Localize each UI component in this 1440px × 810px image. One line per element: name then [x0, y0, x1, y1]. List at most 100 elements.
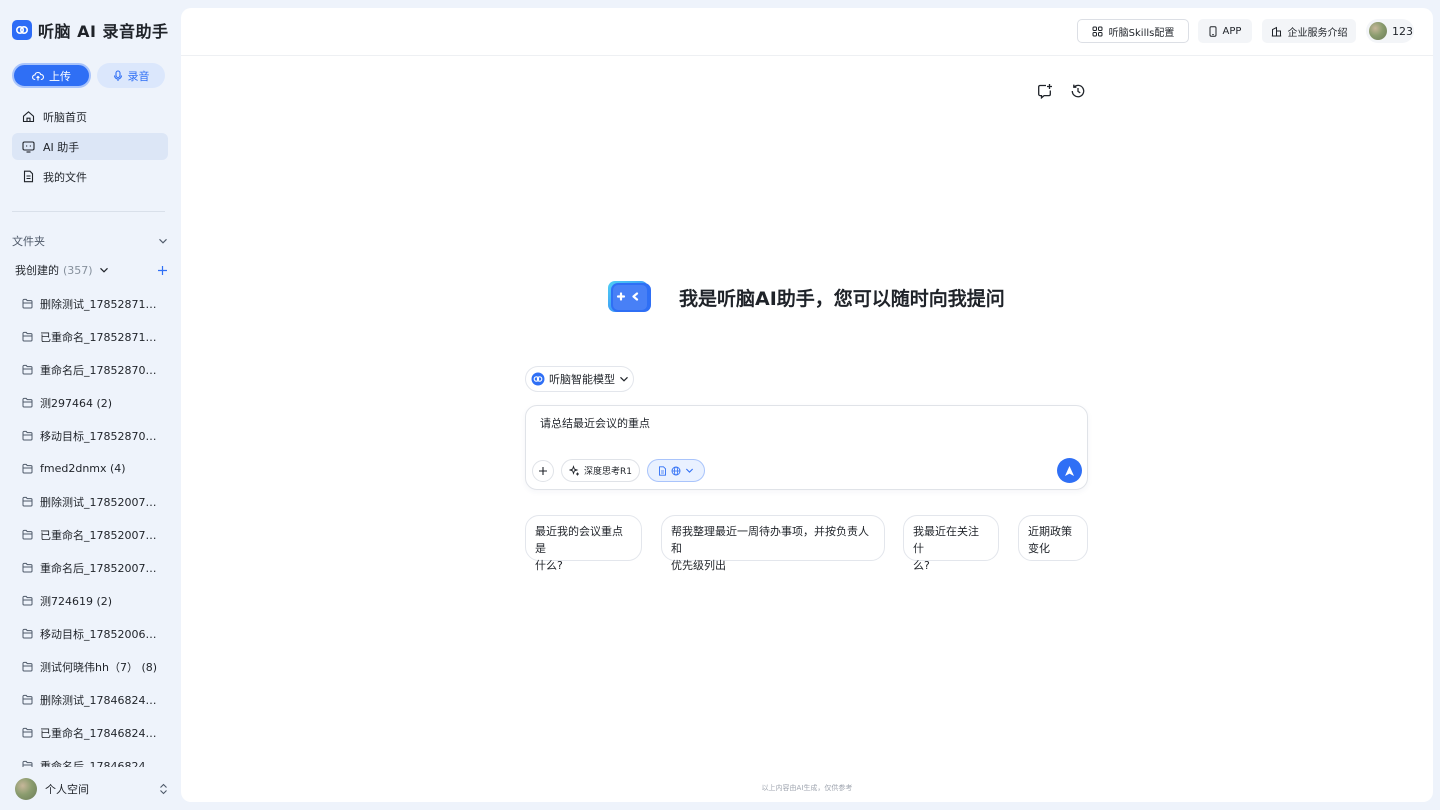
app-label: APP [1222, 25, 1242, 37]
mobile-phone-icon [1209, 25, 1217, 37]
folder-item[interactable]: 测297464 (2) [22, 386, 170, 419]
nav-label: 我的文件 [43, 170, 87, 184]
folder-item[interactable]: 移动目标_1785200673 (2) [22, 617, 170, 650]
folder-name: 移动目标_1785200673 (2) [40, 627, 162, 641]
suggestion-chip[interactable]: 我最近在关注什 么? [903, 515, 999, 572]
file-source-icon [658, 465, 667, 476]
hero-title: 我是听脑AI助手，您可以随时向我提问 [679, 287, 1005, 310]
ai-chat-icon [22, 140, 35, 153]
space-switcher[interactable]: 个人空间 [0, 768, 180, 810]
nav-item-ai-assistant[interactable]: AI 助手 [12, 133, 168, 160]
suggestion-chip[interactable]: 最近我的会议重点是 什么? [525, 515, 642, 572]
created-count: (357) [63, 263, 93, 277]
ai-disclaimer: 以上内容由AI生成，仅供参考 [761, 784, 853, 792]
folder-name: 移动目标_1785287046 (2) [40, 429, 162, 443]
folder-item[interactable]: 已重命名_1785287107 (2) [22, 320, 170, 353]
folder-icon [22, 463, 33, 474]
upload-button[interactable]: 上传 [12, 63, 91, 88]
new-chat-icon[interactable] [1037, 83, 1053, 99]
folder-name: 删除测试_1784682455 (2) [40, 693, 162, 707]
folder-item[interactable]: 已重命名_1785200729 (2) [22, 518, 170, 551]
folder-item[interactable]: fmed2dnmx (4) [22, 452, 170, 485]
record-button[interactable]: 录音 [97, 63, 165, 88]
folder-icon [22, 364, 33, 375]
model-label: 听脑智能模型 [549, 373, 615, 386]
history-icon[interactable] [1070, 83, 1086, 99]
chevron-down-icon [619, 374, 629, 384]
send-arrow-icon [1064, 465, 1075, 477]
folder-item[interactable]: 重命名后_1784682426 (2) [22, 749, 170, 767]
avatar [15, 778, 37, 800]
suggestion-chip[interactable]: 帮我整理最近一周待办事项，并按负责人和 优先级列出 [661, 515, 885, 572]
skills-config-label: 听脑Skills配置 [1108, 27, 1175, 39]
folder-name: 已重命名_1784682438 (2) [40, 726, 162, 740]
suggestion-chip[interactable]: 近期政策 变化 [1018, 515, 1088, 561]
chevron-up-down-icon [159, 783, 168, 795]
folder-icon [22, 562, 33, 573]
user-name: 123 [1392, 24, 1413, 38]
folder-item[interactable]: 删除测试_1785287120 (2) [22, 287, 170, 320]
chevron-down-icon[interactable] [158, 236, 168, 246]
folder-icon [22, 760, 33, 767]
folder-item[interactable]: 删除测试_1785200743 (2) [22, 485, 170, 518]
folder-icon [22, 661, 33, 672]
building-icon [1271, 26, 1282, 37]
source-selector[interactable] [647, 459, 705, 482]
topbar-divider [181, 55, 1433, 56]
enterprise-service-button[interactable]: 企业服务介绍 [1262, 19, 1356, 43]
send-button[interactable] [1057, 458, 1082, 483]
folder-name: 重命名后_1785200720 (2) [40, 561, 162, 575]
user-menu[interactable]: 123 [1366, 19, 1414, 43]
nav-item-my-files[interactable]: 我的文件 [12, 163, 168, 190]
folder-item[interactable]: 删除测试_1784682455 (2) [22, 683, 170, 716]
suggestion-text-line: 优先级列出 [671, 559, 726, 572]
suggestion-text-line: 变化 [1028, 542, 1050, 555]
nav-item-home[interactable]: 听脑首页 [12, 103, 168, 130]
sidebar: 听脑 AI 录音助手 上传 录音 听脑首页 AI 助手 我的文件 文件夹 我创建… [0, 0, 180, 810]
folder-item[interactable]: 测试何晓伟hh（7） (8) [22, 650, 170, 683]
folder-item[interactable]: 已重命名_1784682438 (2) [22, 716, 170, 749]
sidebar-divider [12, 211, 165, 212]
folder-icon [22, 694, 33, 705]
folder-icon [22, 331, 33, 342]
folder-name: 删除测试_1785287120 (2) [40, 297, 162, 311]
created-label: 我创建的 [15, 264, 59, 277]
app-title: 听脑 AI 录音助手 [38, 22, 169, 41]
add-attachment-button[interactable] [532, 460, 554, 482]
folder-section-header[interactable]: 文件夹 [12, 233, 168, 249]
skills-config-button[interactable]: 听脑Skills配置 [1077, 19, 1189, 43]
app-logo-icon [12, 20, 32, 40]
chat-input[interactable] [540, 416, 1040, 429]
folder-icon [22, 628, 33, 639]
record-label: 录音 [127, 69, 150, 83]
folder-icon [22, 595, 33, 606]
folder-item[interactable]: 重命名后_1785287096 (2) [22, 353, 170, 386]
folder-icon [22, 298, 33, 309]
model-logo-icon [531, 372, 545, 386]
model-selector[interactable]: 听脑智能模型 [525, 366, 634, 392]
folder-name: 重命名后_1784682426 (2) [40, 759, 162, 768]
globe-icon [671, 466, 681, 476]
main-panel: 听脑Skills配置 APP 企业服务介绍 123 我是听脑AI助手，您可以随时… [181, 8, 1433, 802]
folder-icon [22, 496, 33, 507]
folder-name: 测724619 (2) [40, 594, 113, 608]
avatar [1369, 22, 1387, 40]
space-label: 个人空间 [45, 783, 89, 796]
folder-name: 测试何晓伟hh（7） (8) [40, 660, 158, 674]
created-by-me-group[interactable]: 我创建的 (357) [15, 262, 168, 278]
folder-item[interactable]: 测724619 (2) [22, 584, 170, 617]
upload-label: 上传 [49, 69, 71, 83]
app-download-button[interactable]: APP [1198, 19, 1252, 43]
suggestion-text-line: 最近我的会议重点是 [535, 525, 623, 555]
folder-item[interactable]: 重命名后_1785200720 (2) [22, 551, 170, 584]
deep-think-label: 深度思考R1 [584, 467, 632, 477]
add-folder-icon[interactable] [157, 265, 168, 276]
suggestion-text-line: 近期政策 [1028, 525, 1072, 538]
chevron-down-icon[interactable] [99, 265, 109, 275]
assistant-logo-icon [607, 279, 653, 315]
enterprise-label: 企业服务介绍 [1287, 27, 1348, 39]
folder-item[interactable]: 移动目标_1785287046 (2) [22, 419, 170, 452]
deep-think-toggle[interactable]: 深度思考R1 [561, 459, 640, 482]
brand[interactable]: 听脑 AI 录音助手 [12, 19, 168, 41]
suggestion-text-line: 帮我整理最近一周待办事项，并按负责人和 [671, 525, 869, 555]
